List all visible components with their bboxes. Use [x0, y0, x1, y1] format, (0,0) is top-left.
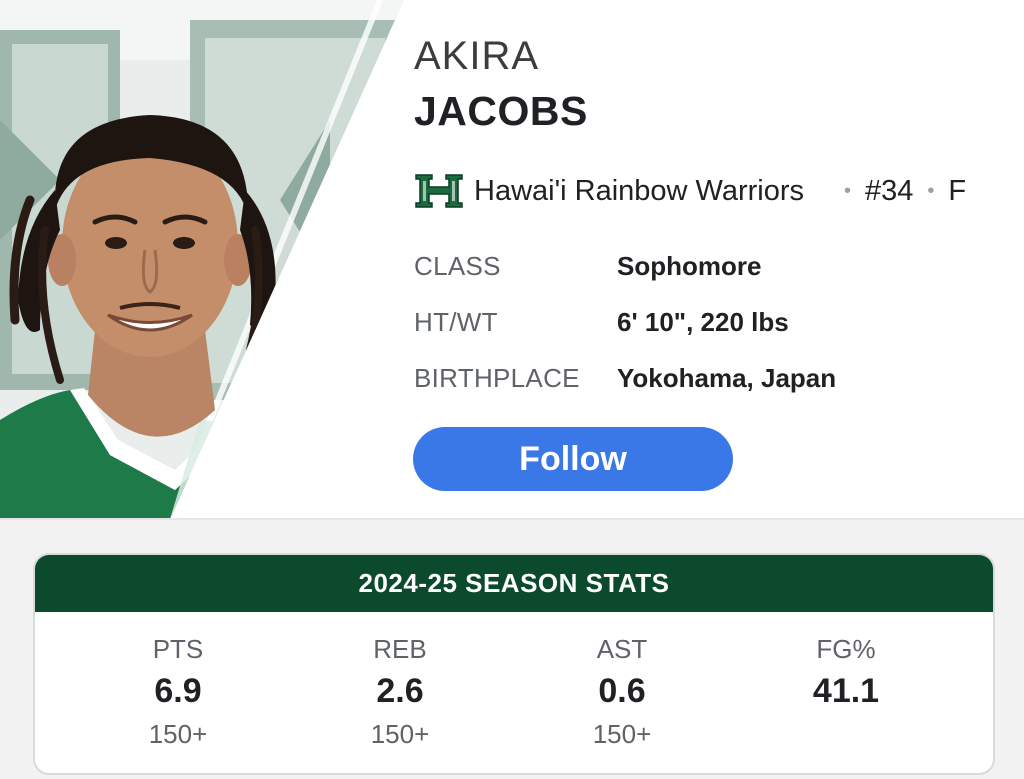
team-row: Hawai'i Rainbow Warriors • #34 • F	[414, 169, 1014, 213]
stat-label: PTS	[152, 634, 204, 664]
follow-button[interactable]: Follow	[413, 427, 733, 491]
separator-dot: •	[927, 179, 935, 202]
stat-rank: 150+	[592, 719, 652, 749]
info-label-class: CLASS	[414, 251, 501, 281]
hawaii-h-logo-icon[interactable]	[414, 169, 464, 213]
info-value-class: Sophomore	[617, 251, 762, 281]
player-first-name: AKIRA	[414, 34, 540, 78]
divider	[0, 518, 1024, 520]
stat-value: 6.9	[154, 672, 202, 710]
info-label-birthplace: BIRTHPLACE	[414, 363, 580, 393]
player-header: AKIRA JACOBS Hawai'i Rainbow Warriors • …	[0, 0, 1024, 519]
stat-label: AST	[596, 634, 648, 664]
info-value-height-weight: 6' 10", 220 lbs	[617, 307, 789, 337]
stat-value: 0.6	[598, 672, 646, 710]
player-photo	[0, 0, 404, 519]
stat-label: FG%	[816, 634, 876, 664]
stat-value: 41.1	[812, 672, 880, 710]
info-value-birthplace: Yokohama, Japan	[617, 363, 837, 393]
player-last-name: JACOBS	[414, 88, 588, 134]
separator-dot: •	[844, 179, 852, 202]
stat-value: 2.6	[376, 672, 424, 710]
stat-rank: 150+	[148, 719, 208, 749]
season-stats-card: 2024-25 SEASON STATS PTS 6.9 150+ REB 2.…	[33, 553, 995, 775]
player-position: F	[948, 174, 967, 207]
stats-grid: PTS 6.9 150+ REB 2.6 150+ AST 0.6 150+ F…	[35, 612, 993, 773]
jersey-number: #34	[865, 174, 914, 207]
team-name-link[interactable]: Hawai'i Rainbow Warriors	[474, 175, 830, 208]
stat-rank: 150+	[370, 719, 430, 749]
info-label-height-weight: HT/WT	[414, 307, 498, 337]
stat-label: REB	[373, 634, 427, 664]
season-stats-title: 2024-25 SEASON STATS	[35, 555, 993, 612]
